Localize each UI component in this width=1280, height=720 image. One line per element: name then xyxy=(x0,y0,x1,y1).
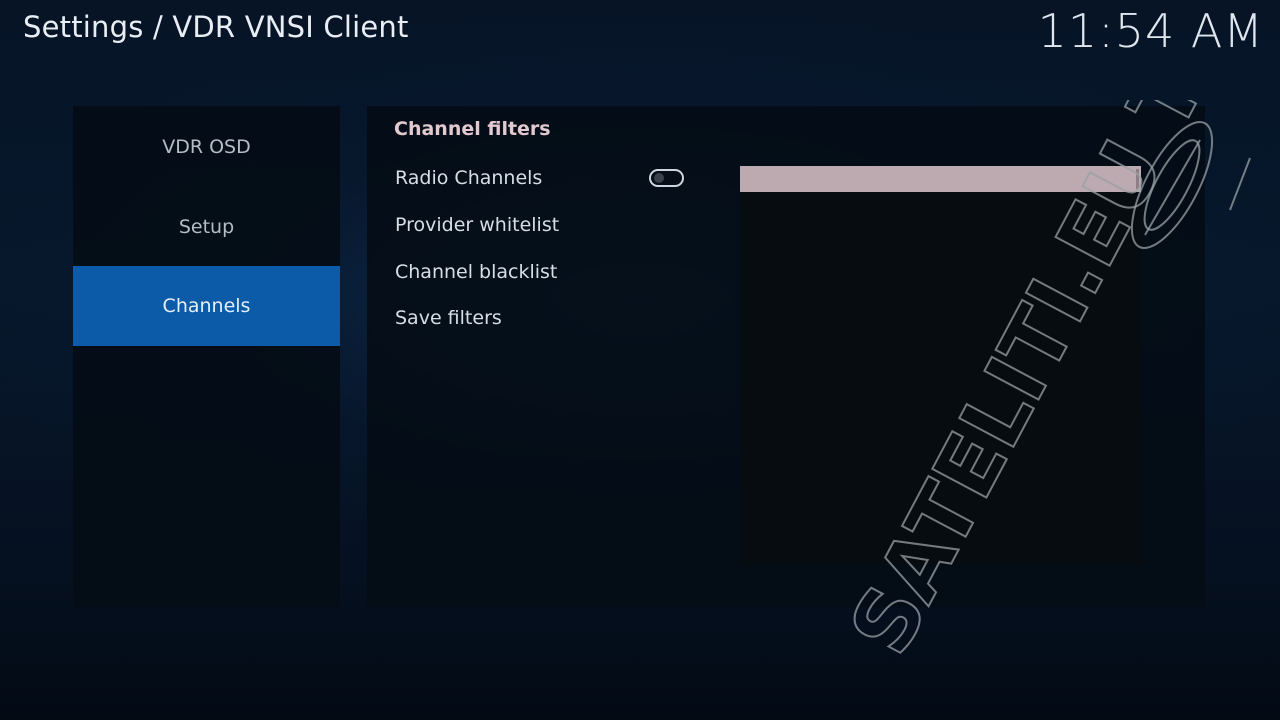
setting-channel-blacklist[interactable]: Channel blacklist xyxy=(367,252,707,296)
info-bar-edge xyxy=(1136,169,1139,189)
setting-radio-channels[interactable]: Radio Channels xyxy=(367,158,707,202)
group-header-channel-filters: Channel filters xyxy=(394,118,551,140)
setting-label: Save filters xyxy=(395,307,502,329)
setting-label: Channel blacklist xyxy=(395,261,558,283)
settings-panel: Channel filters Radio Channels Provider … xyxy=(367,106,1205,607)
category-list: VDR OSD Setup Channels xyxy=(73,106,340,607)
setting-label: Provider whitelist xyxy=(395,214,560,236)
category-setup[interactable]: Setup xyxy=(73,187,340,267)
screen-title: Settings / VDR VNSI Client xyxy=(23,10,409,44)
clock: 11:54 AM xyxy=(1037,4,1264,58)
setting-label: Radio Channels xyxy=(395,167,543,189)
info-highlight-bar xyxy=(740,166,1141,192)
radio-channels-toggle[interactable] xyxy=(649,169,684,187)
setting-provider-whitelist[interactable]: Provider whitelist xyxy=(367,205,707,249)
setting-save-filters[interactable]: Save filters xyxy=(367,298,707,342)
setting-info-box xyxy=(740,166,1141,565)
toggle-knob xyxy=(654,173,664,183)
category-vdr-osd[interactable]: VDR OSD xyxy=(73,107,340,187)
category-channels[interactable]: Channels xyxy=(73,266,340,346)
